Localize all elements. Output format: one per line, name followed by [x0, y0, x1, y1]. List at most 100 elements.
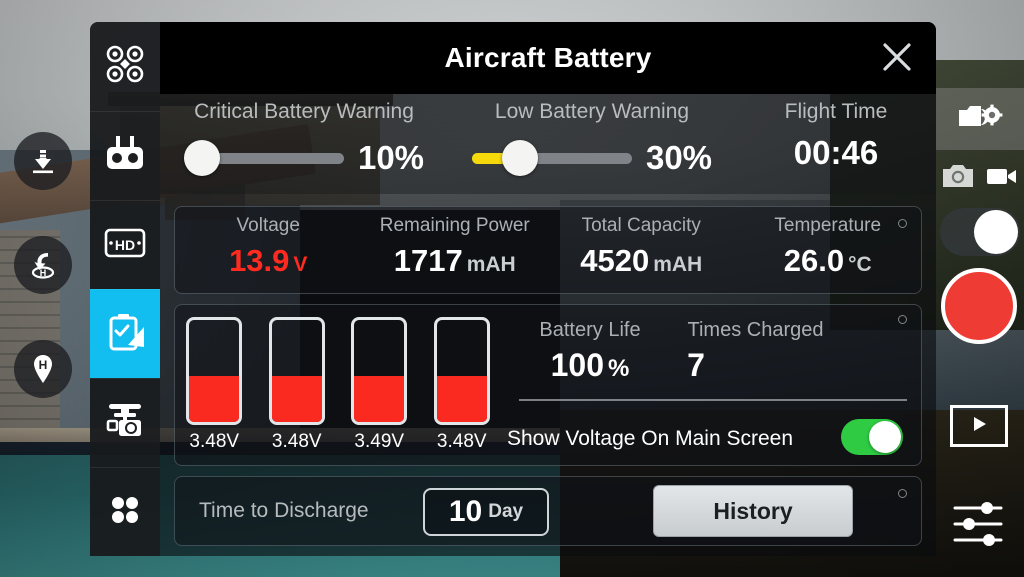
flight-time: Flight Time 00:46 [736, 94, 936, 194]
home-point-icon: H [28, 353, 58, 385]
sidebar-item-general[interactable] [90, 467, 160, 556]
battery-cell-fill [189, 376, 240, 422]
critical-battery-warning: Critical Battery Warning 10% [160, 94, 448, 194]
sidebar-item-battery[interactable] [90, 289, 160, 378]
battery-stats-grid: Voltage 13.9 V Remaining Power 1717 mAH Total … [175, 207, 921, 293]
battery-cell-fill [436, 376, 487, 422]
battery-cell-voltage: 3.49V [354, 431, 405, 452]
battery-life-unit: % [608, 355, 630, 382]
battery-stats-panel: Voltage 13.9 V Remaining Power 1717 mAH Total … [174, 206, 922, 294]
battery-cell: 3.48V [433, 317, 494, 453]
home-point-button[interactable]: H [14, 340, 72, 398]
low-battery-slider[interactable] [471, 140, 632, 176]
camera-mode-toggle-knob [974, 210, 1018, 254]
warning-row: Critical Battery Warning 10% Low Battery… [160, 94, 936, 194]
battery-health-section: Battery Life 100% Times Charged 7 Show V… [505, 305, 921, 465]
battery-cell: 3.48V [268, 317, 329, 453]
aircraft-battery-dialog: HD Aircraft Battery Critical Battery War… [90, 22, 936, 556]
battery-life-label: Battery Life [539, 319, 641, 341]
critical-battery-value: 10% [357, 139, 425, 176]
sidebar-item-hd[interactable]: HD [90, 200, 160, 289]
stat-value: 13.9 V [175, 243, 362, 279]
times-charged-label: Times Charged [687, 319, 824, 341]
video-camera-icon[interactable] [985, 164, 1019, 193]
time-to-discharge-stepper[interactable]: 10 Day [423, 488, 549, 536]
battery-cell-voltage: 3.48V [189, 431, 240, 452]
svg-text:HD: HD [115, 237, 135, 253]
battery-life-value: 100% [515, 347, 665, 384]
stat-label: Temperature [774, 215, 882, 236]
return-to-home-icon: H [27, 249, 59, 281]
time-to-discharge-unit: Day [488, 501, 524, 522]
auto-landing-button[interactable] [14, 132, 72, 190]
battery-cell-fill [271, 376, 322, 422]
app-root: H H HD Aircraft Battery Critical Battery… [0, 0, 1024, 577]
battery-cell-voltage: 3.48V [436, 431, 487, 452]
return-to-home-button[interactable]: H [14, 236, 72, 294]
low-slider-knob[interactable] [501, 140, 538, 176]
adjustment-sliders-icon [949, 498, 1011, 555]
battery-cell: 3.48V [186, 317, 246, 453]
camera-settings-icon [957, 101, 1003, 138]
history-button[interactable]: History [653, 485, 853, 537]
show-voltage-toggle-knob [869, 421, 901, 453]
close-icon [880, 40, 914, 79]
times-charged-value: 7 [687, 347, 705, 383]
stat-unit: mAH [466, 253, 516, 276]
cell-voltage-list: 3.48V 3.48V 3.49V 3.48V [175, 305, 505, 465]
sidebar-item-aircraft[interactable] [90, 22, 160, 111]
stat-value: 1717 mAH [362, 243, 549, 279]
stat-value: 26.0 °C [735, 243, 922, 279]
low-battery-value: 30% [645, 139, 713, 176]
time-to-discharge-label: Time to Discharge [199, 499, 369, 522]
sidebar-item-remote-controller[interactable] [90, 111, 160, 200]
critical-battery-slider[interactable] [183, 140, 344, 176]
photo-camera-icon[interactable] [941, 163, 975, 194]
sidebar-item-gimbal[interactable] [90, 378, 160, 467]
history-button-label: History [713, 497, 793, 524]
camera-mode-toggle[interactable] [940, 208, 1020, 256]
adjustment-button[interactable] [945, 495, 1015, 557]
stat-label: Remaining Power [379, 215, 530, 236]
panel-dot-marker [898, 315, 907, 324]
battery-cell-bar [351, 317, 408, 425]
critical-battery-warning-label: Critical Battery Warning [194, 100, 414, 123]
battery-cell-bar [433, 317, 490, 425]
battery-cell-bar [268, 317, 325, 425]
stat-total-capacity: Total Capacity 4520 mAH [548, 207, 735, 293]
discharge-panel: Time to Discharge 10 Day History [174, 476, 922, 546]
battery-icon [104, 311, 146, 358]
camera-settings-button[interactable] [936, 88, 1024, 150]
dialog-titlebar: Aircraft Battery [160, 22, 936, 94]
record-shutter-button[interactable] [941, 268, 1017, 344]
battery-life-number: 100 [550, 347, 605, 383]
stat-number: 13.9 [229, 243, 290, 278]
show-voltage-label: Show Voltage On Main Screen [507, 427, 794, 450]
gimbal-icon [104, 401, 146, 446]
hd-transmission-icon: HD [103, 227, 147, 264]
battery-cell-bar [186, 317, 243, 425]
page-title: Aircraft Battery [444, 42, 652, 73]
divider [519, 399, 907, 401]
battery-cell: 3.49V [351, 317, 411, 453]
svg-text:H: H [39, 358, 48, 372]
low-battery-warning: Low Battery Warning 30% [448, 94, 736, 194]
playback-button[interactable] [950, 405, 1008, 447]
show-voltage-toggle[interactable] [841, 419, 903, 455]
stat-number: 4520 [580, 243, 650, 278]
battery-cells-panel: 3.48V 3.48V 3.49V 3.48V Battery Life 100% T… [174, 304, 922, 466]
stat-unit: V [293, 253, 308, 276]
stat-label: Total Capacity [581, 215, 701, 236]
battery-cell-fill [354, 376, 405, 422]
battery-cell-voltage: 3.48V [271, 431, 322, 452]
dialog-content: Critical Battery Warning 10% Low Battery… [160, 94, 936, 556]
close-button[interactable] [876, 38, 918, 80]
settings-rail: HD [90, 22, 160, 556]
low-battery-warning-label: Low Battery Warning [494, 100, 690, 123]
flight-time-label: Flight Time [784, 100, 888, 123]
svg-text:H: H [40, 268, 47, 278]
playback-play-icon [968, 413, 990, 440]
stat-remaining-power: Remaining Power 1717 mAH [362, 207, 549, 293]
stat-number: 1717 [393, 243, 463, 278]
critical-slider-knob[interactable] [183, 140, 220, 176]
